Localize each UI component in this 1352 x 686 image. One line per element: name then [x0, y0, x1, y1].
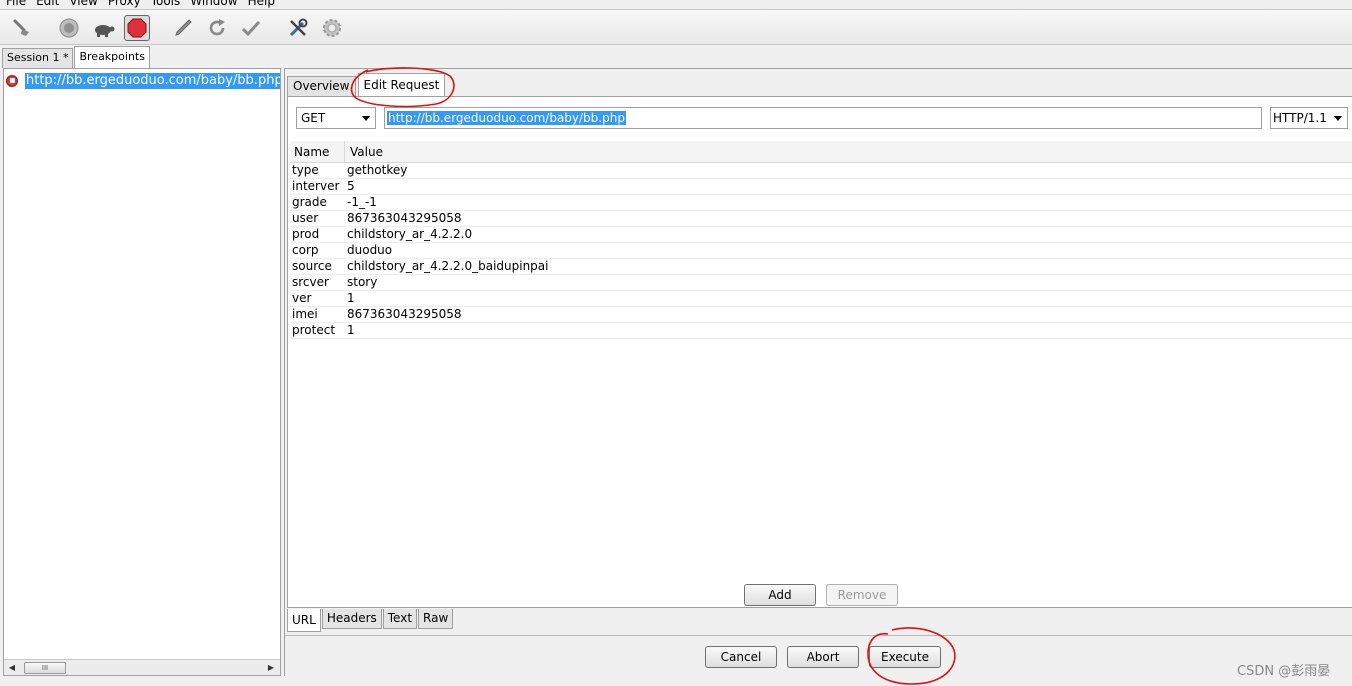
param-name[interactable]: interver	[290, 179, 345, 194]
tab-session-1[interactable]: Session 1 *	[2, 48, 74, 68]
protocol-select[interactable]: HTTP/1.1	[1270, 107, 1348, 129]
table-header: Name Value	[290, 141, 1352, 163]
cancel-button[interactable]: Cancel	[705, 646, 777, 668]
table-row[interactable]: grade -1_-1	[290, 195, 1352, 211]
param-value[interactable]: -1_-1	[345, 195, 377, 210]
turtle-icon[interactable]	[90, 15, 116, 41]
table-body: type gethotkey interver 5 grade -1_-1 user 8673…	[290, 163, 1352, 339]
url-input[interactable]: http://bb.ergeduoduo.com/baby/bb.php	[384, 107, 1262, 129]
remove-button[interactable]: Remove	[826, 584, 898, 606]
broom-icon[interactable]	[9, 15, 35, 41]
param-name[interactable]: grade	[290, 195, 345, 210]
tab-text[interactable]: Text	[382, 609, 418, 629]
action-bar: Cancel Abort Execute	[285, 635, 1352, 677]
watermark: CSDN @彭雨晏	[1237, 664, 1331, 679]
menu-view[interactable]: View	[69, 0, 97, 8]
param-value[interactable]: 1	[345, 291, 355, 306]
param-name[interactable]: user	[290, 211, 345, 226]
tab-breakpoints[interactable]: Breakpoints	[74, 46, 150, 68]
table-row[interactable]: interver 5	[290, 179, 1352, 195]
list-item[interactable]: http://bb.ergeduoduo.com/baby/bb.php?ty	[6, 72, 280, 89]
table-row[interactable]: ver 1	[290, 291, 1352, 307]
refresh-icon[interactable]	[204, 15, 230, 41]
scrollbar-thumb[interactable]: III	[24, 662, 66, 674]
url-value: http://bb.ergeduoduo.com/baby/bb.php	[387, 111, 626, 125]
stop-breakpoint-icon[interactable]	[124, 15, 150, 41]
horizontal-scrollbar[interactable]: ◀ III ▶	[4, 659, 280, 675]
param-value[interactable]: childstory_ar_4.2.2.0	[345, 227, 472, 242]
checkmark-icon[interactable]	[238, 15, 264, 41]
table-row[interactable]: user 867363043295058	[290, 211, 1352, 227]
view-tabs: URL Headers Text Raw	[287, 609, 454, 632]
execute-button[interactable]: Execute	[869, 646, 941, 668]
request-panel: Overview Edit Request GET http://bb.erge…	[284, 68, 1352, 676]
param-value[interactable]: duoduo	[345, 243, 392, 258]
table-row[interactable]: type gethotkey	[290, 163, 1352, 179]
param-value[interactable]: gethotkey	[345, 163, 407, 178]
chevron-down-icon	[362, 116, 370, 121]
breakpoint-icon	[6, 74, 18, 87]
param-name[interactable]: protect	[290, 323, 345, 338]
tab-headers[interactable]: Headers	[321, 609, 382, 629]
tab-raw[interactable]: Raw	[418, 609, 454, 629]
method-select[interactable]: GET	[296, 107, 376, 129]
tab-edit-request[interactable]: Edit Request	[357, 73, 446, 96]
column-header-name[interactable]: Name	[290, 141, 345, 162]
param-name[interactable]: srcver	[290, 275, 345, 290]
menu-file[interactable]: File	[6, 0, 26, 8]
menu-edit[interactable]: Edit	[36, 0, 59, 8]
tab-url[interactable]: URL	[287, 609, 321, 632]
chevron-down-icon	[1334, 116, 1342, 121]
param-value[interactable]: 5	[345, 179, 355, 194]
protocol-value: HTTP/1.1	[1273, 111, 1327, 125]
table-row[interactable]: prod childstory_ar_4.2.2.0	[290, 227, 1352, 243]
param-value[interactable]: story	[345, 275, 377, 290]
breakpoint-url[interactable]: http://bb.ergeduoduo.com/baby/bb.php?ty	[25, 72, 280, 89]
scroll-right-icon[interactable]: ▶	[266, 662, 276, 674]
tools-icon[interactable]	[285, 15, 311, 41]
param-name[interactable]: type	[290, 163, 345, 178]
menu-window[interactable]: Window	[190, 0, 237, 8]
breakpoint-list: http://bb.ergeduoduo.com/baby/bb.php?ty …	[3, 68, 281, 676]
param-name[interactable]: ver	[290, 291, 345, 306]
param-value[interactable]: 867363043295058	[345, 211, 462, 226]
edit-request-area: GET http://bb.ergeduoduo.com/baby/bb.php…	[287, 96, 1352, 608]
params-table: Name Value type gethotkey interver 5 grade -1…	[290, 141, 1352, 339]
param-name[interactable]: imei	[290, 307, 345, 322]
table-row[interactable]: protect 1	[290, 323, 1352, 339]
table-row[interactable]: imei 867363043295058	[290, 307, 1352, 323]
menu-help[interactable]: Help	[248, 0, 275, 8]
pen-icon[interactable]	[170, 15, 196, 41]
menu-proxy[interactable]: Proxy	[108, 0, 141, 8]
table-row[interactable]: corp duoduo	[290, 243, 1352, 259]
session-tabs: Session 1 * Breakpoints	[2, 46, 151, 68]
request-tabs: Overview Edit Request	[287, 72, 447, 96]
menu-bar: File Edit View Proxy Tools Window Help	[0, 0, 1352, 8]
record-icon[interactable]	[56, 15, 82, 41]
param-value[interactable]: childstory_ar_4.2.2.0_baidupinpai	[345, 259, 548, 274]
abort-button[interactable]: Abort	[787, 646, 859, 668]
param-name[interactable]: source	[290, 259, 345, 274]
scroll-left-icon[interactable]: ◀	[7, 662, 17, 674]
table-row[interactable]: source childstory_ar_4.2.2.0_baidupinpai	[290, 259, 1352, 275]
param-value[interactable]: 1	[345, 323, 355, 338]
menu-tools[interactable]: Tools	[151, 0, 181, 8]
toolbar	[0, 9, 1352, 45]
method-value: GET	[301, 111, 326, 125]
tab-overview[interactable]: Overview	[287, 76, 356, 96]
param-name[interactable]: prod	[290, 227, 345, 242]
column-header-value[interactable]: Value	[345, 141, 383, 162]
table-row[interactable]: srcver story	[290, 275, 1352, 291]
settings-gear-icon[interactable]	[319, 15, 345, 41]
add-button[interactable]: Add	[744, 584, 816, 606]
param-value[interactable]: 867363043295058	[345, 307, 462, 322]
param-name[interactable]: corp	[290, 243, 345, 258]
